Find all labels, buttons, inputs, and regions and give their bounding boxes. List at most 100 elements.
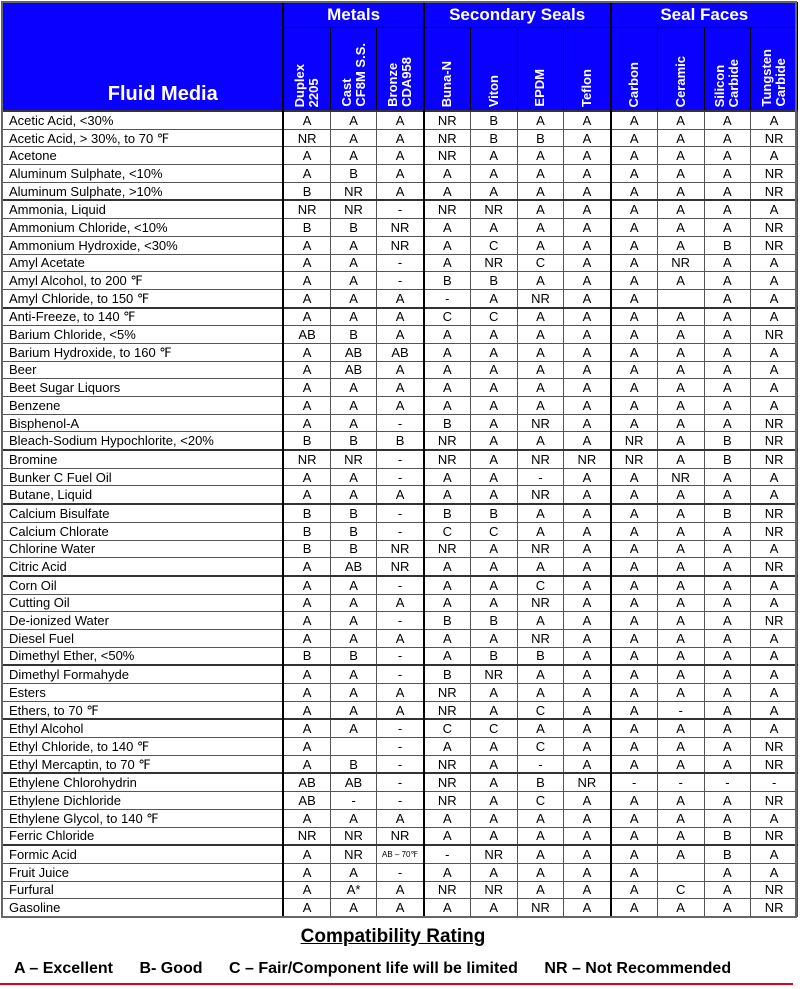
- rating-cell: A: [282, 593, 331, 613]
- rating-cell: A: [609, 593, 658, 613]
- rating-cell: A: [469, 360, 518, 380]
- table-row: Esters A A A NR A A A A A A A: [2, 683, 798, 702]
- rating-cell: A: [609, 898, 658, 917]
- rating-cell: NR: [750, 164, 798, 183]
- rating-cell: A: [376, 700, 425, 720]
- rating-cell: A: [469, 467, 518, 487]
- column-header: Ceramic: [656, 27, 705, 112]
- rating-cell: A: [469, 898, 518, 917]
- rating-cell: A: [376, 593, 425, 613]
- rating-cell: A: [750, 862, 798, 882]
- rating-cell: A: [750, 844, 798, 864]
- rating-cell: A: [422, 467, 471, 487]
- rating-cell: A: [609, 467, 658, 487]
- rating-cell: A: [469, 862, 518, 882]
- rating-cell: A*: [329, 880, 378, 900]
- rating-cell: A: [563, 342, 612, 362]
- rating-cell: A: [329, 593, 378, 613]
- rating-cell: A: [329, 109, 378, 130]
- rating-cell: A: [656, 664, 705, 685]
- rating-cell: A: [703, 146, 752, 166]
- column-header-line: Viton: [485, 74, 501, 107]
- rating-cell: NR: [609, 449, 658, 469]
- rating-cell: A: [656, 503, 705, 523]
- table-row: Ammonium Hydroxide, <30% A A NR A C A A A A B NR: [2, 235, 798, 255]
- fluid-name: Ammonium Hydroxide, <30%: [2, 235, 285, 255]
- rating-cell: A: [656, 164, 705, 183]
- table-row: Gasoline A A A A A NR A A A A NR: [2, 898, 798, 917]
- table-row: Bisphenol-A A A - B A NR A A A A NR: [2, 413, 798, 433]
- rating-cell: B: [329, 218, 378, 237]
- rating-cell: C: [469, 521, 518, 541]
- rating-cell: A: [656, 718, 705, 739]
- rating-cell: NR: [750, 128, 798, 148]
- rating-cell: -: [376, 574, 425, 595]
- rating-cell: A: [563, 611, 612, 630]
- rating-cell: A: [329, 664, 378, 685]
- fluid-name: Chlorine Water: [2, 539, 285, 559]
- rating-cell: C: [516, 737, 565, 756]
- table-row: Ammonia, Liquid NR NR - NR NR A A A A A A: [2, 199, 798, 220]
- table-row: De-ionized Water A A - B B A A A A A NR: [2, 611, 798, 630]
- rating-cell: A: [329, 253, 378, 273]
- rating-cell: -: [516, 754, 565, 774]
- rating-cell: B: [422, 413, 471, 433]
- column-header-label: Viton: [485, 70, 501, 107]
- rating-cell: NR: [422, 683, 471, 702]
- rating-cell: A: [609, 880, 658, 900]
- rating-cell: A: [469, 431, 518, 451]
- rating-cell: NR: [609, 431, 658, 451]
- rating-cell: A: [422, 378, 471, 397]
- rating-cell: A: [282, 880, 331, 900]
- rating-cell: A: [609, 664, 658, 685]
- rating-cell: A: [563, 664, 612, 685]
- rating-cell: B: [469, 109, 518, 130]
- rating-cell: A: [750, 271, 798, 290]
- rating-cell: B: [329, 754, 378, 774]
- rating-cell: B: [282, 431, 331, 451]
- rating-cell: A: [656, 413, 705, 433]
- rating-cell: A: [422, 253, 471, 273]
- fluid-name: Ethers, to 70 ℉: [2, 700, 285, 720]
- rating-cell: A: [609, 253, 658, 273]
- rating-cell: NR: [563, 449, 612, 469]
- rating-cell: A: [656, 521, 705, 541]
- column-header-line: Carbon: [626, 61, 642, 108]
- column-header-line: Teflon: [578, 68, 594, 107]
- rating-cell: A: [750, 808, 798, 828]
- rating-cell: A: [329, 235, 378, 255]
- rating-cell: B: [282, 521, 331, 541]
- fluid-name: Benzene: [2, 396, 285, 415]
- rating-cell: A: [750, 199, 798, 220]
- rating-cell: A: [609, 396, 658, 415]
- rating-cell: A: [469, 557, 518, 577]
- fluid-name: Aluminum Sulphate, <10%: [2, 164, 285, 183]
- rating-cell: A: [329, 467, 378, 487]
- table-row: Acetone A A A NR A A A A A A A: [2, 146, 798, 166]
- rating-cell: A: [656, 449, 705, 469]
- rating-cell: A: [469, 826, 518, 846]
- fluid-name: Barium Chloride, <5%: [2, 325, 285, 344]
- column-header-line: Carbide: [773, 58, 789, 107]
- rating-cell: A: [703, 271, 752, 290]
- rating-cell: A: [703, 611, 752, 630]
- rating-cell: A: [703, 288, 752, 309]
- rating-cell: A: [376, 485, 425, 505]
- column-header-line: CDA958: [399, 57, 415, 107]
- group-header-row: Fluid Media Metals Secondary Seals Seal …: [2, 2, 798, 112]
- rating-cell: -: [376, 772, 425, 793]
- fluid-name: Ethylene Chlorohydrin: [2, 772, 285, 793]
- legend-item-good: B- Good: [139, 960, 203, 977]
- fluid-name: Calcium Bisulfate: [2, 503, 285, 523]
- rating-cell: A: [469, 181, 518, 201]
- rating-cell: A: [422, 396, 471, 415]
- rating-cell: A: [750, 360, 798, 380]
- rating-cell: A: [469, 218, 518, 237]
- rating-cell: -: [750, 772, 798, 793]
- rating-cell: A: [282, 737, 331, 756]
- table-row: Ferric Chloride NR NR NR A A A A A A B NR: [2, 826, 798, 846]
- rating-cell: NR: [422, 880, 471, 900]
- rating-cell: A: [609, 539, 658, 559]
- rating-cell: -: [376, 754, 425, 774]
- rating-cell: A: [469, 164, 518, 183]
